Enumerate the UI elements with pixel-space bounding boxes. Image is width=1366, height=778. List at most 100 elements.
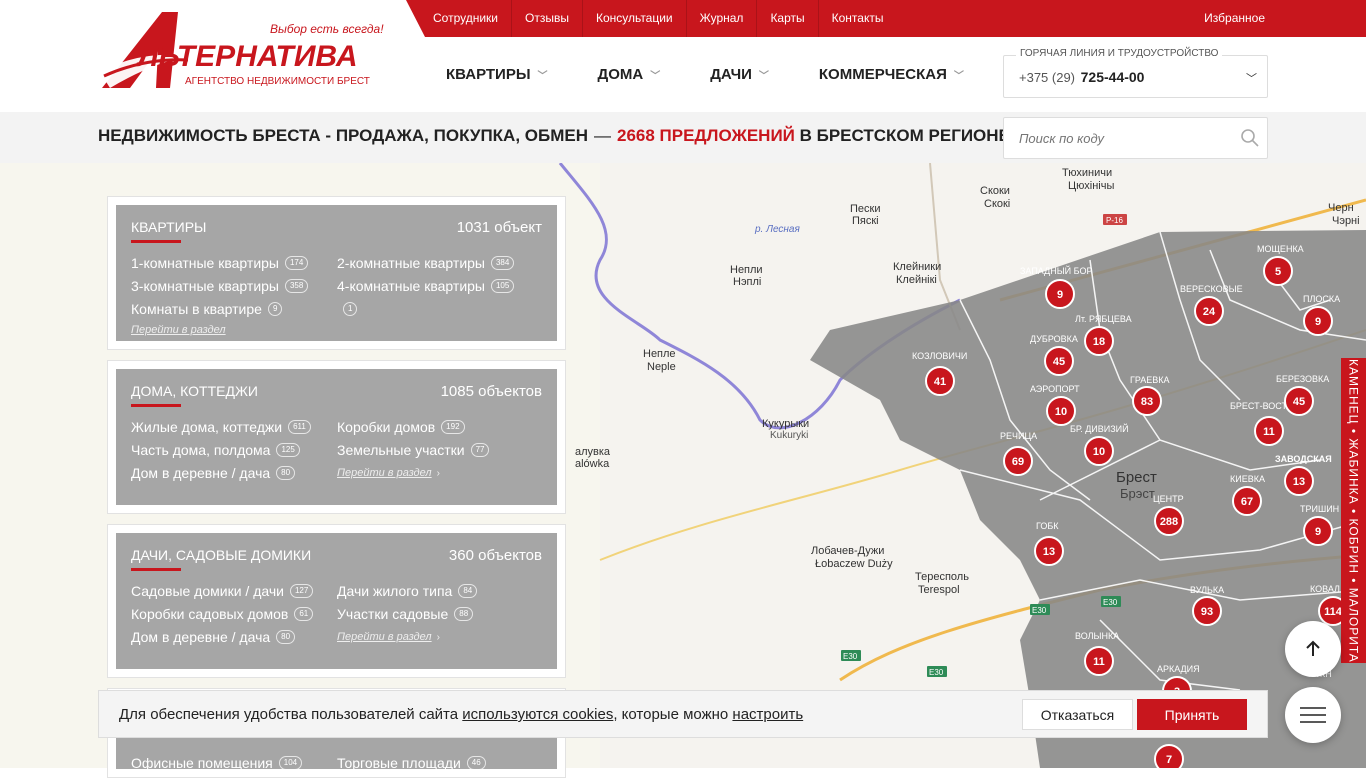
svg-text:р. Лесная: р. Лесная — [754, 224, 800, 235]
topnav-employees[interactable]: Сотрудники — [420, 0, 512, 37]
nav-commercial[interactable]: КОММЕРЧЕСКАЯ ﹀ — [819, 66, 964, 83]
svg-text:E30: E30 — [1103, 598, 1118, 607]
chevron-down-icon: ﹀ — [537, 71, 548, 82]
map-marker-count: 9 — [1315, 316, 1321, 328]
list-item[interactable]: Жилые дома, коттеджи 611 — [131, 419, 337, 435]
svg-text:ТРИШИН: ТРИШИН — [1300, 504, 1339, 514]
card-title[interactable]: ДОМА, КОТТЕДЖИ — [131, 383, 258, 407]
list-item[interactable]: 4-комнатные квартиры 105 — [337, 278, 543, 294]
section-link[interactable]: Перейти в раздел — [337, 631, 432, 643]
chevron-down-icon: ﹀ — [758, 71, 769, 82]
chevron-down-icon[interactable]: ﹀ — [1246, 70, 1257, 86]
phone-label: ГОРЯЧАЯ ЛИНИЯ И ТРУДОУСТРОЙСТВО — [1016, 48, 1223, 59]
map-marker-count: 45 — [1293, 396, 1305, 408]
menu-icon — [1300, 707, 1326, 723]
list-item[interactable]: Часть дома, полдома 125 — [131, 442, 337, 458]
map-marker-count: 24 — [1203, 306, 1216, 318]
card-houses[interactable]: ДОМА, КОТТЕДЖИ 1085 объектов Жилые дома,… — [107, 360, 566, 514]
svg-text:Нэплі: Нэплі — [733, 276, 761, 288]
card-title[interactable]: ДАЧИ, САДОВЫЕ ДОМИКИ — [131, 547, 311, 571]
list-item[interactable]: Садовые домики / дачи 127 — [131, 583, 337, 599]
list-item[interactable]: 3-комнатные квартиры 358 — [131, 278, 337, 294]
section-link[interactable]: Перейти в раздел — [337, 467, 432, 479]
list-item[interactable]: Коробки садовых домов 61 — [131, 606, 337, 622]
list-item[interactable]: Дом в деревне / дача 80 — [131, 465, 337, 481]
card-count: 1085 объектов — [440, 383, 542, 400]
map-marker-count: 10 — [1093, 446, 1105, 458]
cities-side-tab[interactable]: КАМЕНЕЦ • ЖАБИНКА • КОБРИН • МАЛОРИТА — [1341, 358, 1366, 663]
svg-text:Непли: Непли — [730, 264, 763, 276]
phone-number[interactable]: +375 (29) 725-44-00 — [1019, 69, 1144, 85]
svg-text:Непле: Непле — [643, 348, 676, 360]
chevron-down-icon: ﹀ — [650, 71, 661, 82]
topnav-reviews[interactable]: Отзывы — [512, 0, 583, 37]
map-marker-count: 288 — [1160, 516, 1178, 528]
nav-houses[interactable]: ДОМА ﹀ — [598, 66, 661, 83]
menu-button[interactable] — [1285, 687, 1341, 743]
list-item[interactable]: Комнаты в квартире 9 — [131, 301, 337, 317]
list-item[interactable]: Офисные помещения 104 — [131, 755, 337, 769]
list-item[interactable]: 2-комнатные квартиры 384 — [337, 255, 543, 271]
topnav-journal[interactable]: Журнал — [687, 0, 758, 37]
list-item[interactable]: Дачи жилого типа 84 — [337, 583, 543, 599]
list-item[interactable]: Земельные участки 77 — [337, 442, 543, 458]
map-marker-count: 9 — [1057, 289, 1063, 301]
chevron-right-icon: › — [436, 467, 440, 479]
accept-button[interactable]: Принять — [1137, 699, 1247, 730]
logo-name[interactable]: ЛЬТЕРНАТИВА — [138, 40, 358, 74]
svg-text:АЭРОПОРТ: АЭРОПОРТ — [1030, 384, 1080, 394]
nav-dachas[interactable]: ДАЧИ ﹀ — [710, 66, 769, 83]
svg-text:Чэрні: Чэрні — [1332, 215, 1360, 227]
topnav-maps[interactable]: Карты — [757, 0, 819, 37]
svg-text:ПЛОСКА: ПЛОСКА — [1303, 294, 1340, 304]
topnav-contacts[interactable]: Контакты — [819, 0, 897, 37]
svg-text:РЕЧИЦА: РЕЧИЦА — [1000, 431, 1037, 441]
svg-text:Кукурыки: Кукурыки — [762, 418, 809, 430]
section-link[interactable]: Перейти в раздел — [131, 324, 226, 336]
map-marker-count: 13 — [1043, 546, 1055, 558]
map-marker-count: 9 — [1315, 526, 1321, 538]
card-dachas[interactable]: ДАЧИ, САДОВЫЕ ДОМИКИ 360 объектов Садовы… — [107, 524, 566, 678]
map-marker-count: 41 — [934, 376, 946, 388]
svg-text:ГОБК: ГОБК — [1036, 521, 1059, 531]
search-input[interactable] — [1003, 117, 1268, 159]
map-marker-count: 11 — [1093, 656, 1105, 668]
main-nav: КВАРТИРЫ ﹀ ДОМА ﹀ ДАЧИ ﹀ КОММЕРЧЕСКАЯ ﹀ — [446, 66, 1014, 83]
list-item[interactable]: Дом в деревне / дача 80 — [131, 629, 337, 645]
svg-text:КОВАЛ: КОВАЛ — [1310, 584, 1340, 594]
card-count: 360 объектов — [448, 547, 542, 564]
svg-text:ГРАЕВКА: ГРАЕВКА — [1130, 375, 1170, 385]
top-nav: Сотрудники Отзывы Консультации Журнал Ка… — [420, 0, 896, 37]
card-title[interactable]: КВАРТИРЫ — [131, 219, 206, 243]
map-marker-count: 18 — [1093, 336, 1105, 348]
svg-text:ВУЛЬКА: ВУЛЬКА — [1190, 585, 1224, 595]
scroll-up-button[interactable] — [1285, 621, 1341, 677]
search-icon[interactable] — [1240, 128, 1260, 148]
list-item[interactable]: Торговые площади 46 — [337, 755, 543, 769]
svg-text:ЗАПАДНЫЙ БОР: ЗАПАДНЫЙ БОР — [1020, 265, 1092, 276]
svg-text:МОЩЕНКА: МОЩЕНКА — [1257, 244, 1304, 254]
svg-text:Скоки: Скоки — [980, 185, 1010, 197]
cookies-link[interactable]: используются cookies — [462, 706, 613, 723]
chevron-right-icon: › — [436, 631, 440, 643]
map-marker-count: 5 — [1275, 266, 1281, 278]
list-item[interactable]: 1 — [337, 301, 543, 317]
reject-button[interactable]: Отказаться — [1022, 699, 1133, 730]
map-marker-count: 11 — [1263, 426, 1275, 438]
nav-apartments[interactable]: КВАРТИРЫ ﹀ — [446, 66, 548, 83]
svg-text:КОЗЛОВИЧИ: КОЗЛОВИЧИ — [912, 351, 967, 361]
settings-link[interactable]: настроить — [732, 706, 803, 723]
svg-text:Клейнікі: Клейнікі — [896, 274, 937, 286]
svg-text:БЕРЕЗОВКА: БЕРЕЗОВКА — [1276, 374, 1329, 384]
list-item[interactable]: Коробки домов 192 — [337, 419, 543, 435]
list-item[interactable]: 1-комнатные квартиры 174 — [131, 255, 337, 271]
favorites-link[interactable]: Избранное — [1204, 0, 1265, 37]
svg-text:ДУБРОВКА: ДУБРОВКА — [1030, 334, 1078, 344]
list-item[interactable]: Участки садовые 88 — [337, 606, 543, 622]
topnav-consultations[interactable]: Консультации — [583, 0, 687, 37]
card-apartments[interactable]: КВАРТИРЫ 1031 объект 1-комнатные квартир… — [107, 196, 566, 350]
page-headline: НЕДВИЖИМОСТЬ БРЕСТА - ПРОДАЖА, ПОКУПКА, … — [98, 126, 1010, 145]
svg-text:ВОЛЫНКА: ВОЛЫНКА — [1075, 631, 1119, 641]
logo-slogan: Выбор есть всегда! — [270, 22, 384, 36]
svg-text:Клейники: Клейники — [893, 261, 941, 273]
